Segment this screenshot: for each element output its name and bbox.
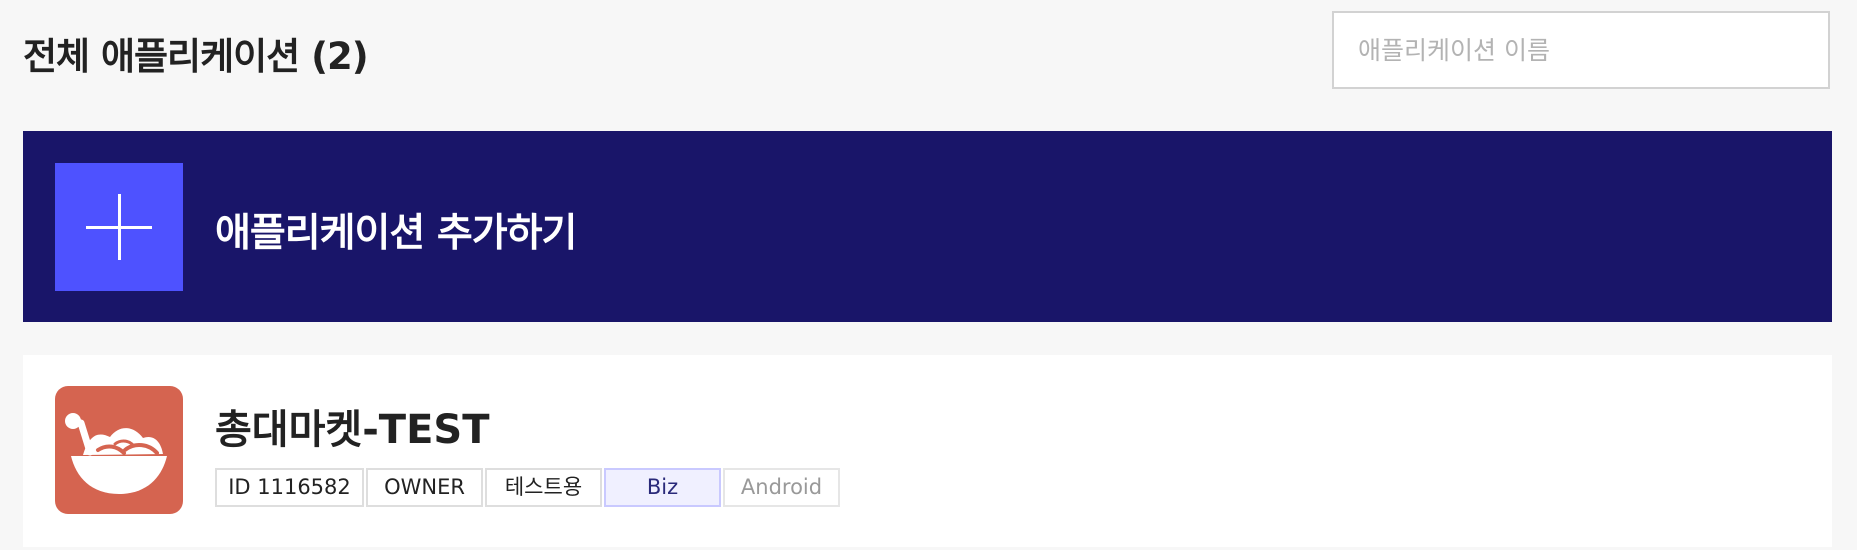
page-title: 전체 애플리케이션 (2) [23, 35, 369, 78]
application-name[interactable]: 총대마켓-TEST [215, 397, 490, 455]
application-card[interactable]: 총대마켓-TEST ID 1116582 OWNER 테스트용 Biz Andr… [23, 355, 1832, 547]
add-icon-box[interactable] [55, 163, 183, 291]
plus-icon [86, 194, 152, 260]
purpose-badge: 테스트용 [485, 468, 602, 507]
platform-badge: Android [723, 468, 840, 507]
application-badges: ID 1116582 OWNER 테스트용 Biz Android [215, 468, 840, 507]
role-badge: OWNER [366, 468, 483, 507]
add-application-button[interactable]: 애플리케이션 추가하기 [23, 131, 1832, 322]
search-input[interactable] [1332, 11, 1830, 89]
add-application-label: 애플리케이션 추가하기 [215, 211, 577, 256]
application-id-badge: ID 1116582 [215, 468, 364, 507]
page-header: 전체 애플리케이션 (2) [23, 0, 1833, 110]
biz-badge: Biz [604, 468, 721, 507]
basket-food-icon [55, 386, 183, 514]
